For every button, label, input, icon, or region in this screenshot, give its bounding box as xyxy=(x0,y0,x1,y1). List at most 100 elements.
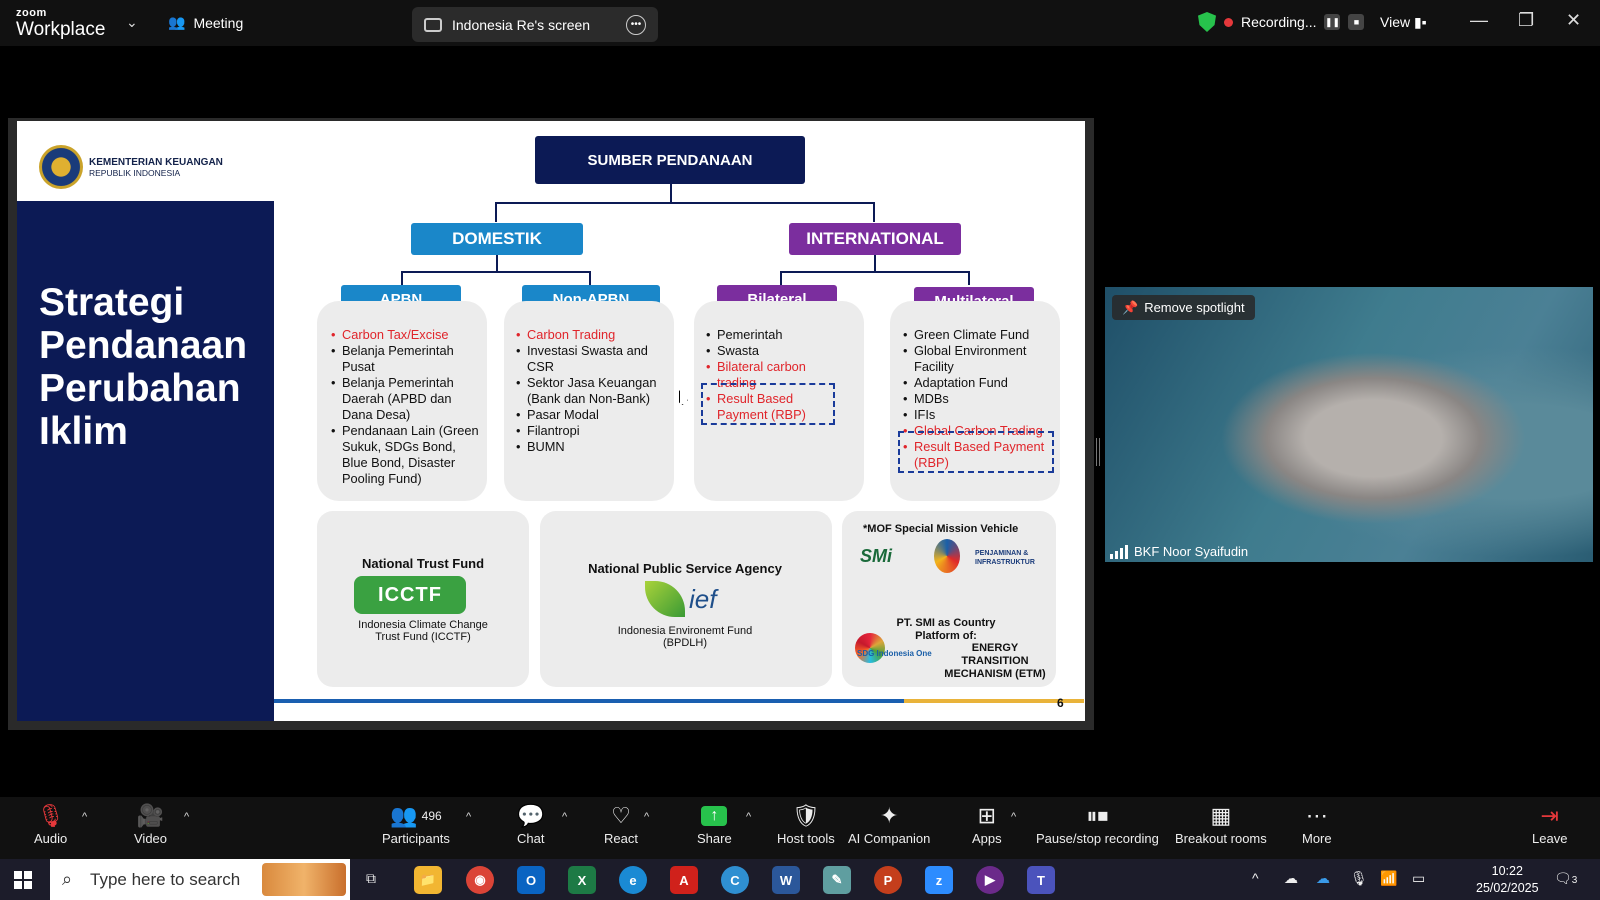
participant-name: BKF Noor Syaifudin xyxy=(1134,544,1249,559)
participants-caret-icon[interactable]: ^ xyxy=(466,811,471,823)
view-layout-icon: ▮▪ xyxy=(1413,14,1427,30)
participants-button[interactable]: 👥 496 Participants xyxy=(382,801,450,846)
share-caret-icon[interactable]: ^ xyxy=(746,811,751,823)
taskbar-clock[interactable]: 10:22 25/02/2025 xyxy=(1476,863,1539,897)
canva-icon[interactable]: C xyxy=(721,866,749,894)
show-hidden-icons-icon[interactable]: ^ xyxy=(1252,870,1259,886)
search-placeholder: Type here to search xyxy=(90,869,241,889)
excel-icon[interactable]: X xyxy=(568,866,596,894)
onedrive-icon[interactable]: ☁ xyxy=(1316,870,1330,887)
security-shield-icon[interactable] xyxy=(1198,12,1216,32)
pause-recording-button[interactable]: ❚❚ xyxy=(1324,14,1341,30)
display-icon[interactable]: ▭ xyxy=(1412,870,1425,887)
video-options-caret-icon[interactable]: ^ xyxy=(184,811,189,823)
more-dots-icon: ⋯ xyxy=(1305,803,1328,828)
connector xyxy=(968,271,970,285)
wifi-icon[interactable]: 📶 xyxy=(1380,870,1397,887)
powerpoint-icon[interactable]: P xyxy=(874,866,902,894)
participants-count: 496 xyxy=(421,809,442,823)
restore-icon[interactable]: ❐ xyxy=(1518,10,1534,31)
leave-button[interactable]: ⇥ Leave xyxy=(1532,801,1567,846)
notifications-icon[interactable]: 🗨3 xyxy=(1554,870,1577,887)
video-label: Video xyxy=(134,831,168,846)
zoom-app-icon[interactable]: z xyxy=(925,866,953,894)
react-caret-icon[interactable]: ^ xyxy=(644,811,649,823)
network-cloud-icon[interactable]: ☁ xyxy=(1284,870,1298,887)
word-icon[interactable]: W xyxy=(772,866,800,894)
chat-label: Chat xyxy=(517,831,545,846)
view-button[interactable]: View ▮▪ xyxy=(1380,14,1427,31)
taskbar-search[interactable]: ⌕ Type here to search xyxy=(50,859,350,900)
connector xyxy=(873,202,875,222)
chrome-icon[interactable]: ◉ xyxy=(466,866,494,894)
media-player-icon[interactable]: ▶ xyxy=(976,866,1004,894)
host-tools-button[interactable]: 🛡 Host tools xyxy=(777,801,835,846)
chat-button[interactable]: 💬 Chat xyxy=(517,801,544,846)
more-button[interactable]: ⋯ More xyxy=(1302,801,1332,846)
windows-taskbar: ⌕ Type here to search ⧉ 📁 ◉ O X e A C W … xyxy=(0,859,1600,900)
task-view-icon[interactable]: ⧉ xyxy=(366,870,376,887)
teams-icon[interactable]: T xyxy=(1027,866,1055,894)
acrobat-icon[interactable]: A xyxy=(670,866,698,894)
ief-leaf-icon xyxy=(645,581,685,617)
share-button[interactable]: ↑ Share xyxy=(697,801,732,846)
close-icon[interactable]: ✕ xyxy=(1566,10,1581,31)
recording-status: Recording... ❚❚ ■ xyxy=(1198,12,1365,32)
international-node: INTERNATIONAL xyxy=(789,223,961,255)
leave-label: Leave xyxy=(1532,831,1568,846)
windows-start-icon[interactable] xyxy=(14,871,32,889)
meeting-toolbar: 🎙 Audio ^ 🎥 Video ^ 👥 496 Participants ^ … xyxy=(0,797,1600,859)
shield-icon: 🛡 xyxy=(791,803,820,828)
ministry-logo-icon xyxy=(39,145,83,189)
microphone-icon[interactable]: 🎙 xyxy=(1350,870,1368,887)
participant-name-tag: BKF Noor Syaifudin xyxy=(1110,544,1248,559)
list-item: Carbon Trading xyxy=(516,327,666,343)
signal-bars-icon xyxy=(1110,544,1128,559)
list-item: Pemerintah xyxy=(706,327,836,343)
outlook-icon[interactable]: O xyxy=(517,866,545,894)
notification-count: 3 xyxy=(1571,875,1578,886)
minimize-icon[interactable]: — xyxy=(1470,10,1488,31)
react-label: React xyxy=(604,831,638,846)
stop-recording-button[interactable]: ■ xyxy=(1348,14,1365,30)
file-explorer-icon[interactable]: 📁 xyxy=(414,866,442,894)
connector xyxy=(401,271,591,273)
connector xyxy=(495,202,873,204)
audio-button[interactable]: 🎙 Audio xyxy=(34,801,67,846)
remove-spotlight-button[interactable]: 📌 Remove spotlight xyxy=(1112,295,1255,320)
chevron-down-icon[interactable]: ⌄ xyxy=(126,14,138,31)
slide-title: Strategi Pendanaan Perubahan Iklim xyxy=(39,281,248,453)
video-button[interactable]: 🎥 Video xyxy=(134,801,167,846)
more-options-icon[interactable]: ••• xyxy=(626,14,646,35)
list-item: Belanja Pemerintah Pusat xyxy=(331,343,481,375)
paint-icon[interactable]: ✎ xyxy=(823,866,851,894)
split-resize-handle[interactable] xyxy=(1096,438,1100,466)
ai-companion-button[interactable]: ✦ AI Companion xyxy=(848,801,930,846)
apps-caret-icon[interactable]: ^ xyxy=(1011,811,1016,823)
list-item: Filantropi xyxy=(516,423,666,439)
react-button[interactable]: ♡ React xyxy=(604,801,638,846)
ntf-title: National Trust Fund xyxy=(361,556,485,571)
list-item: Investasi Swasta and CSR xyxy=(516,343,666,375)
audio-options-caret-icon[interactable]: ^ xyxy=(82,811,87,823)
pause-stop-recording-button[interactable]: ⏸⏹ Pause/stop recording xyxy=(1036,801,1159,846)
list-item: IFIs xyxy=(903,407,1053,423)
share-screen-pill[interactable]: Indonesia Re's screen ••• xyxy=(412,7,658,42)
apps-button[interactable]: ⊞ Apps xyxy=(972,801,1002,846)
share-label: Indonesia Re's screen xyxy=(452,16,591,33)
search-icon: ⌕ xyxy=(62,869,73,889)
zoom-brand[interactable]: zoom Workplace xyxy=(16,8,105,40)
breakout-label: Breakout rooms xyxy=(1175,831,1267,846)
list-item: Green Climate Fund xyxy=(903,327,1053,343)
npsa-caption: Indonesia Environemt Fund (BPDLH) xyxy=(617,625,753,649)
meeting-menu[interactable]: 👥 Meeting xyxy=(168,14,243,31)
participant-video[interactable] xyxy=(1105,287,1593,562)
etm-caption: ENERGY TRANSITION MECHANISM (ETM) xyxy=(944,642,1046,680)
slide-title-panel: Strategi Pendanaan Perubahan Iklim xyxy=(17,201,274,721)
sparkle-icon: ✦ xyxy=(879,803,899,828)
edge-icon[interactable]: e xyxy=(619,866,647,894)
connector xyxy=(780,271,782,285)
chat-caret-icon[interactable]: ^ xyxy=(562,811,567,823)
breakout-rooms-button[interactable]: ▦ Breakout rooms xyxy=(1175,801,1267,846)
sdg-wheel-icon xyxy=(855,633,885,663)
